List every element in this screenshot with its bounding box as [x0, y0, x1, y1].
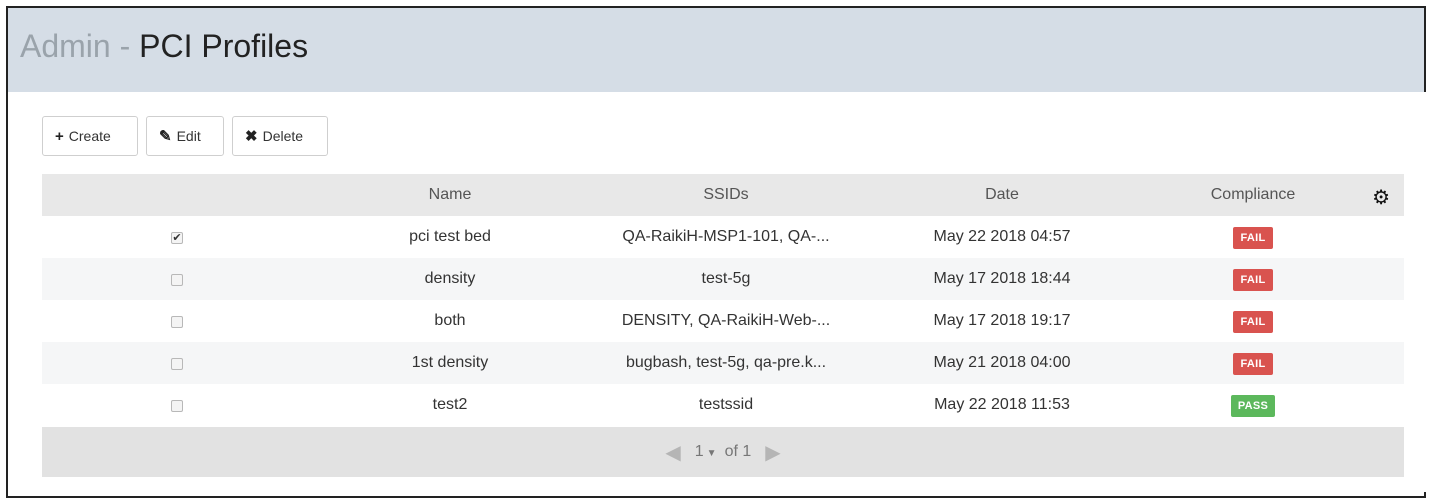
row-checkbox[interactable]	[171, 357, 183, 370]
cell-date: May 17 2018 19:17	[933, 312, 1071, 329]
pagination: ◀ 1 ▼ of 1 ▶	[42, 427, 1404, 477]
profiles-table: Name SSIDs Date Compliance ⚙ ✔ pci test …	[42, 174, 1404, 477]
current-page: 1	[694, 443, 704, 460]
column-header-compliance[interactable]: Compliance	[1140, 186, 1366, 204]
table-row[interactable]: 1st density bugbash, test-5g, qa-pre.k..…	[42, 342, 1404, 384]
page-title: Admin - PCI Profiles	[20, 28, 308, 65]
page-header: Admin - PCI Profiles	[8, 8, 1424, 92]
status-badge: FAIL	[1233, 269, 1273, 291]
cell-compliance: PASS	[1140, 395, 1366, 417]
cell-compliance: FAIL	[1140, 227, 1366, 249]
content-panel: + Create ✎ Edit ✖ Delete Name SSIDs Date…	[20, 92, 1426, 492]
cell-date: May 21 2018 04:00	[933, 354, 1071, 371]
cell-ssids: testssid	[698, 396, 754, 413]
table-header: Name SSIDs Date Compliance ⚙	[42, 174, 1404, 216]
cell-name: density	[424, 270, 476, 287]
title-prefix: Admin	[20, 28, 111, 64]
create-button[interactable]: + Create	[42, 116, 138, 156]
column-header-ssids[interactable]: SSIDs	[588, 186, 864, 204]
cell-date: May 22 2018 04:57	[933, 228, 1071, 245]
delete-button-label: Delete	[262, 128, 304, 144]
page-total: of 1	[724, 443, 752, 460]
status-badge: FAIL	[1233, 311, 1273, 333]
cell-ssids: DENSITY, QA-RaikiH-Web-...	[621, 312, 831, 329]
edit-button[interactable]: ✎ Edit	[146, 116, 224, 156]
row-checkbox-cell	[42, 270, 312, 288]
cell-ssids: QA-RaikiH-MSP1-101, QA-...	[622, 228, 830, 245]
cell-compliance: FAIL	[1140, 311, 1366, 333]
cell-name: 1st density	[411, 354, 489, 371]
row-checkbox[interactable]: ✔	[171, 231, 183, 244]
cell-name: test2	[432, 396, 468, 413]
table-row[interactable]: ✔ pci test bed QA-RaikiH-MSP1-101, QA-..…	[42, 216, 1404, 258]
row-checkbox-cell	[42, 312, 312, 330]
table-row[interactable]: both DENSITY, QA-RaikiH-Web-... May 17 2…	[42, 300, 1404, 342]
cell-date: May 17 2018 18:44	[933, 270, 1071, 287]
column-header-name[interactable]: Name	[312, 186, 588, 204]
table-row[interactable]: density test-5g May 17 2018 18:44 FAIL	[42, 258, 1404, 300]
table-body: ✔ pci test bed QA-RaikiH-MSP1-101, QA-..…	[42, 216, 1404, 426]
row-checkbox[interactable]	[171, 315, 183, 328]
row-checkbox[interactable]	[171, 273, 183, 286]
column-header-date[interactable]: Date	[864, 186, 1140, 204]
close-icon: ✖	[245, 128, 258, 145]
app-window: Admin - PCI Profiles + Create ✎ Edit ✖ D…	[6, 6, 1426, 498]
chevron-left-icon[interactable]: ◀	[665, 440, 680, 465]
plus-icon: +	[55, 127, 64, 145]
cell-ssids: test-5g	[701, 270, 751, 287]
pencil-icon: ✎	[159, 128, 172, 145]
toolbar: + Create ✎ Edit ✖ Delete	[42, 116, 328, 156]
cell-name: pci test bed	[409, 228, 491, 245]
edit-button-label: Edit	[176, 128, 201, 144]
create-button-label: Create	[68, 128, 111, 144]
title-name: PCI Profiles	[139, 28, 309, 64]
page-select[interactable]: 1 ▼	[695, 443, 717, 461]
cell-compliance: FAIL	[1140, 353, 1366, 375]
status-badge: FAIL	[1233, 353, 1273, 375]
delete-button[interactable]: ✖ Delete	[232, 116, 328, 156]
row-checkbox-cell	[42, 396, 312, 414]
cell-compliance: FAIL	[1140, 269, 1366, 291]
title-separator: -	[119, 28, 131, 64]
cell-date: May 22 2018 11:53	[934, 396, 1070, 413]
table-row[interactable]: test2 testssid May 22 2018 11:53 PASS	[42, 384, 1404, 426]
row-checkbox-cell: ✔	[42, 228, 312, 246]
status-badge: PASS	[1230, 395, 1276, 417]
status-badge: FAIL	[1233, 227, 1273, 249]
cell-ssids: bugbash, test-5g, qa-pre.k...	[625, 354, 827, 371]
gear-icon[interactable]: ⚙	[1372, 185, 1390, 210]
row-checkbox[interactable]	[171, 399, 183, 412]
chevron-right-icon[interactable]: ▶	[765, 440, 780, 465]
row-checkbox-cell	[42, 354, 312, 372]
caret-down-icon: ▼	[706, 448, 717, 459]
cell-name: both	[434, 312, 466, 329]
